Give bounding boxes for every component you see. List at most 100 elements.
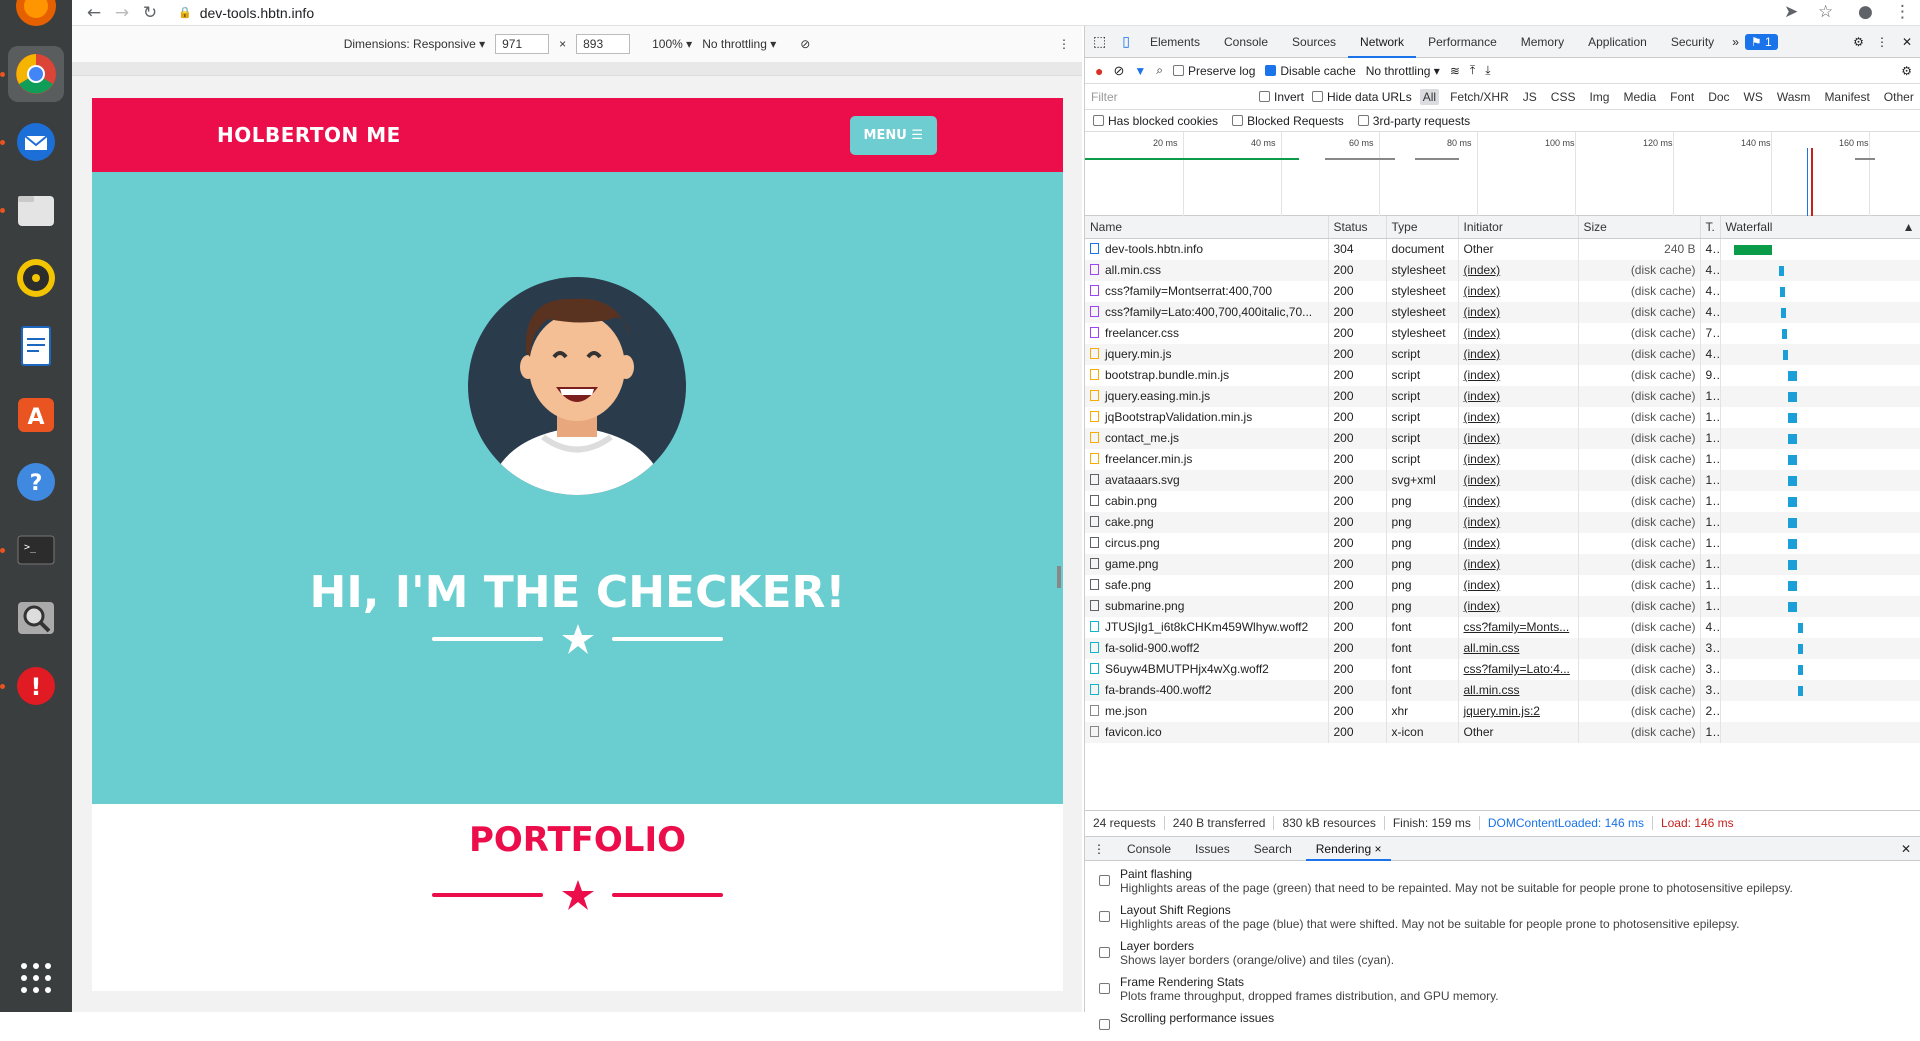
- software-icon[interactable]: A: [8, 386, 64, 442]
- cell-initiator[interactable]: (index): [1458, 385, 1579, 407]
- cell-name[interactable]: circus.png: [1085, 532, 1329, 554]
- help-icon[interactable]: ?: [8, 454, 64, 510]
- table-row[interactable]: jquery.min.js 200 script (index) (disk cache…: [1085, 343, 1920, 365]
- drawer-tab-issues[interactable]: Issues: [1185, 837, 1240, 861]
- import-har-icon[interactable]: ⤒: [1470, 63, 1475, 78]
- table-row[interactable]: all.min.css 200 stylesheet (index) (disk cac…: [1085, 259, 1920, 281]
- rhythmbox-icon[interactable]: [8, 250, 64, 306]
- cell-name[interactable]: game.png: [1085, 553, 1329, 575]
- type-filter-font[interactable]: Font: [1667, 89, 1697, 105]
- update-icon[interactable]: !: [0, 658, 64, 714]
- terminal-icon[interactable]: >_: [0, 522, 64, 578]
- tab-performance[interactable]: Performance: [1416, 26, 1509, 58]
- cell-name[interactable]: contact_me.js: [1085, 427, 1329, 449]
- cell-initiator[interactable]: (index): [1458, 259, 1579, 281]
- cell-name[interactable]: cabin.png: [1085, 490, 1329, 512]
- drawer-tab-search[interactable]: Search: [1244, 837, 1302, 861]
- table-row[interactable]: contact_me.js 200 script (index) (disk cache…: [1085, 427, 1920, 449]
- filter-icon[interactable]: ▼: [1134, 64, 1146, 78]
- cell-initiator[interactable]: Other: [1458, 721, 1579, 743]
- table-row[interactable]: me.json 200 xhr jquery.min.js:2 (disk cache)…: [1085, 700, 1920, 722]
- dimensions-select[interactable]: Dimensions: Responsive ▾: [344, 37, 485, 51]
- cell-name[interactable]: submarine.png: [1085, 595, 1329, 617]
- firefox-icon[interactable]: [8, 0, 64, 34]
- type-filter-img[interactable]: Img: [1586, 89, 1612, 105]
- cell-initiator[interactable]: css?family=Lato:4...: [1458, 658, 1579, 680]
- table-row[interactable]: safe.png200png(index)(disk cache)1...: [1085, 574, 1920, 596]
- table-row[interactable]: avataaars.svg 200 svg+xml (index) (disk cach…: [1085, 469, 1920, 491]
- cell-name[interactable]: css?family=Montserrat:400,700: [1085, 280, 1329, 302]
- magnifier-icon[interactable]: [8, 590, 64, 646]
- cell-name[interactable]: me.json: [1085, 700, 1329, 722]
- tab-application[interactable]: Application: [1576, 26, 1659, 58]
- rendering-option[interactable]: Frame Rendering Stats Plots frame throug…: [1085, 969, 1920, 1005]
- table-row[interactable]: fa-brands-400.woff2 200 font all.min.css (di…: [1085, 679, 1920, 701]
- cell-initiator[interactable]: (index): [1458, 427, 1579, 449]
- zoom-select[interactable]: 100% ▾: [652, 37, 692, 51]
- tab-sources[interactable]: Sources: [1280, 26, 1348, 58]
- more-tabs-icon[interactable]: »: [1726, 35, 1745, 49]
- cell-initiator[interactable]: (index): [1458, 595, 1579, 617]
- drawer-tab-rendering[interactable]: Rendering ×: [1305, 837, 1392, 861]
- type-filter-other[interactable]: Other: [1881, 89, 1917, 105]
- tab-memory[interactable]: Memory: [1509, 26, 1576, 58]
- menu-button[interactable]: MENU ☰: [849, 115, 937, 155]
- drawer-menu-icon[interactable]: ⋮: [1085, 842, 1113, 856]
- width-input[interactable]: 971: [495, 34, 550, 54]
- device-more-icon[interactable]: ⋮: [1058, 37, 1070, 51]
- blocked-cookies-checkbox[interactable]: Has blocked cookies: [1093, 114, 1218, 128]
- viewport-resize-handle[interactable]: [1057, 566, 1061, 588]
- table-row[interactable]: S6uyw4BMUTPHjx4wXg.woff2 200 font css?famil…: [1085, 658, 1920, 680]
- rendering-option-checkbox[interactable]: [1099, 875, 1110, 886]
- col-name[interactable]: Name: [1085, 216, 1329, 239]
- cell-initiator[interactable]: (index): [1458, 343, 1579, 365]
- cell-initiator[interactable]: (index): [1458, 511, 1579, 533]
- cell-name[interactable]: bootstrap.bundle.min.js: [1085, 364, 1329, 386]
- cell-initiator[interactable]: jquery.min.js:2: [1458, 700, 1579, 722]
- tab-elements[interactable]: Elements: [1138, 26, 1212, 58]
- tab-console[interactable]: Console: [1212, 26, 1280, 58]
- col-size[interactable]: Size: [1578, 216, 1701, 239]
- table-row[interactable]: freelancer.css 200 stylesheet (index) (disk …: [1085, 322, 1920, 344]
- cell-name[interactable]: fa-solid-900.woff2: [1085, 637, 1329, 659]
- wifi-icon[interactable]: ≋: [1450, 64, 1460, 78]
- table-row[interactable]: game.png200png(index)(disk cache)1...: [1085, 553, 1920, 575]
- cell-initiator[interactable]: (index): [1458, 406, 1579, 428]
- cell-name[interactable]: fa-brands-400.woff2: [1085, 679, 1329, 701]
- type-filter-ws[interactable]: WS: [1741, 89, 1766, 105]
- close-drawer-icon[interactable]: ✕: [1901, 842, 1920, 856]
- cell-name[interactable]: css?family=Lato:400,700,400italic,70...: [1085, 301, 1329, 323]
- cell-initiator[interactable]: (index): [1458, 469, 1579, 491]
- bookmark-star-icon[interactable]: ☆: [1818, 2, 1833, 22]
- media-query-ruler[interactable]: [72, 62, 1082, 76]
- record-icon[interactable]: ●: [1095, 63, 1103, 79]
- cell-initiator[interactable]: css?family=Monts...: [1458, 616, 1579, 638]
- cell-initiator[interactable]: (index): [1458, 490, 1579, 512]
- rendering-option-checkbox[interactable]: [1099, 983, 1110, 994]
- network-throttle-select[interactable]: No throttling ▾: [1366, 64, 1440, 78]
- send-icon[interactable]: ➤: [1784, 2, 1798, 22]
- browser-menu-icon[interactable]: ⋮: [1894, 2, 1911, 22]
- cell-name[interactable]: favicon.ico: [1085, 721, 1329, 743]
- cell-name[interactable]: dev-tools.hbtn.info: [1085, 238, 1329, 260]
- table-row[interactable]: dev-tools.hbtn.info 304 document Other 240 B…: [1085, 238, 1920, 260]
- type-filter-manifest[interactable]: Manifest: [1821, 89, 1872, 105]
- type-filter-fetch[interactable]: Fetch/XHR: [1447, 89, 1512, 105]
- settings-icon[interactable]: ⚙: [1847, 35, 1870, 49]
- cell-initiator[interactable]: (index): [1458, 280, 1579, 302]
- cell-name[interactable]: JTUSjIg1_i6t8kCHKm459Wlhyw.woff2: [1085, 616, 1329, 638]
- network-overview-timeline[interactable]: 20 ms 40 ms 60 ms 80 ms 100 ms 120 ms 140 ms 16…: [1085, 132, 1920, 216]
- cell-name[interactable]: cake.png: [1085, 511, 1329, 533]
- type-filter-wasm[interactable]: Wasm: [1774, 89, 1814, 105]
- profile-icon[interactable]: ●: [1858, 2, 1873, 22]
- close-devtools-icon[interactable]: ✕: [1894, 35, 1920, 49]
- cell-name[interactable]: jquery.easing.min.js: [1085, 385, 1329, 407]
- third-party-checkbox[interactable]: 3rd-party requests: [1357, 114, 1470, 128]
- cell-initiator[interactable]: (index): [1458, 448, 1579, 470]
- col-status[interactable]: Status: [1328, 216, 1387, 239]
- drawer-tab-console[interactable]: Console: [1117, 837, 1181, 861]
- col-type[interactable]: Type: [1386, 216, 1459, 239]
- clear-icon[interactable]: ⊘: [1113, 63, 1124, 79]
- cell-name[interactable]: S6uyw4BMUTPHjx4wXg.woff2: [1085, 658, 1329, 680]
- table-row[interactable]: JTUSjIg1_i6t8kCHKm459Wlhyw.woff2 200 font c…: [1085, 616, 1920, 638]
